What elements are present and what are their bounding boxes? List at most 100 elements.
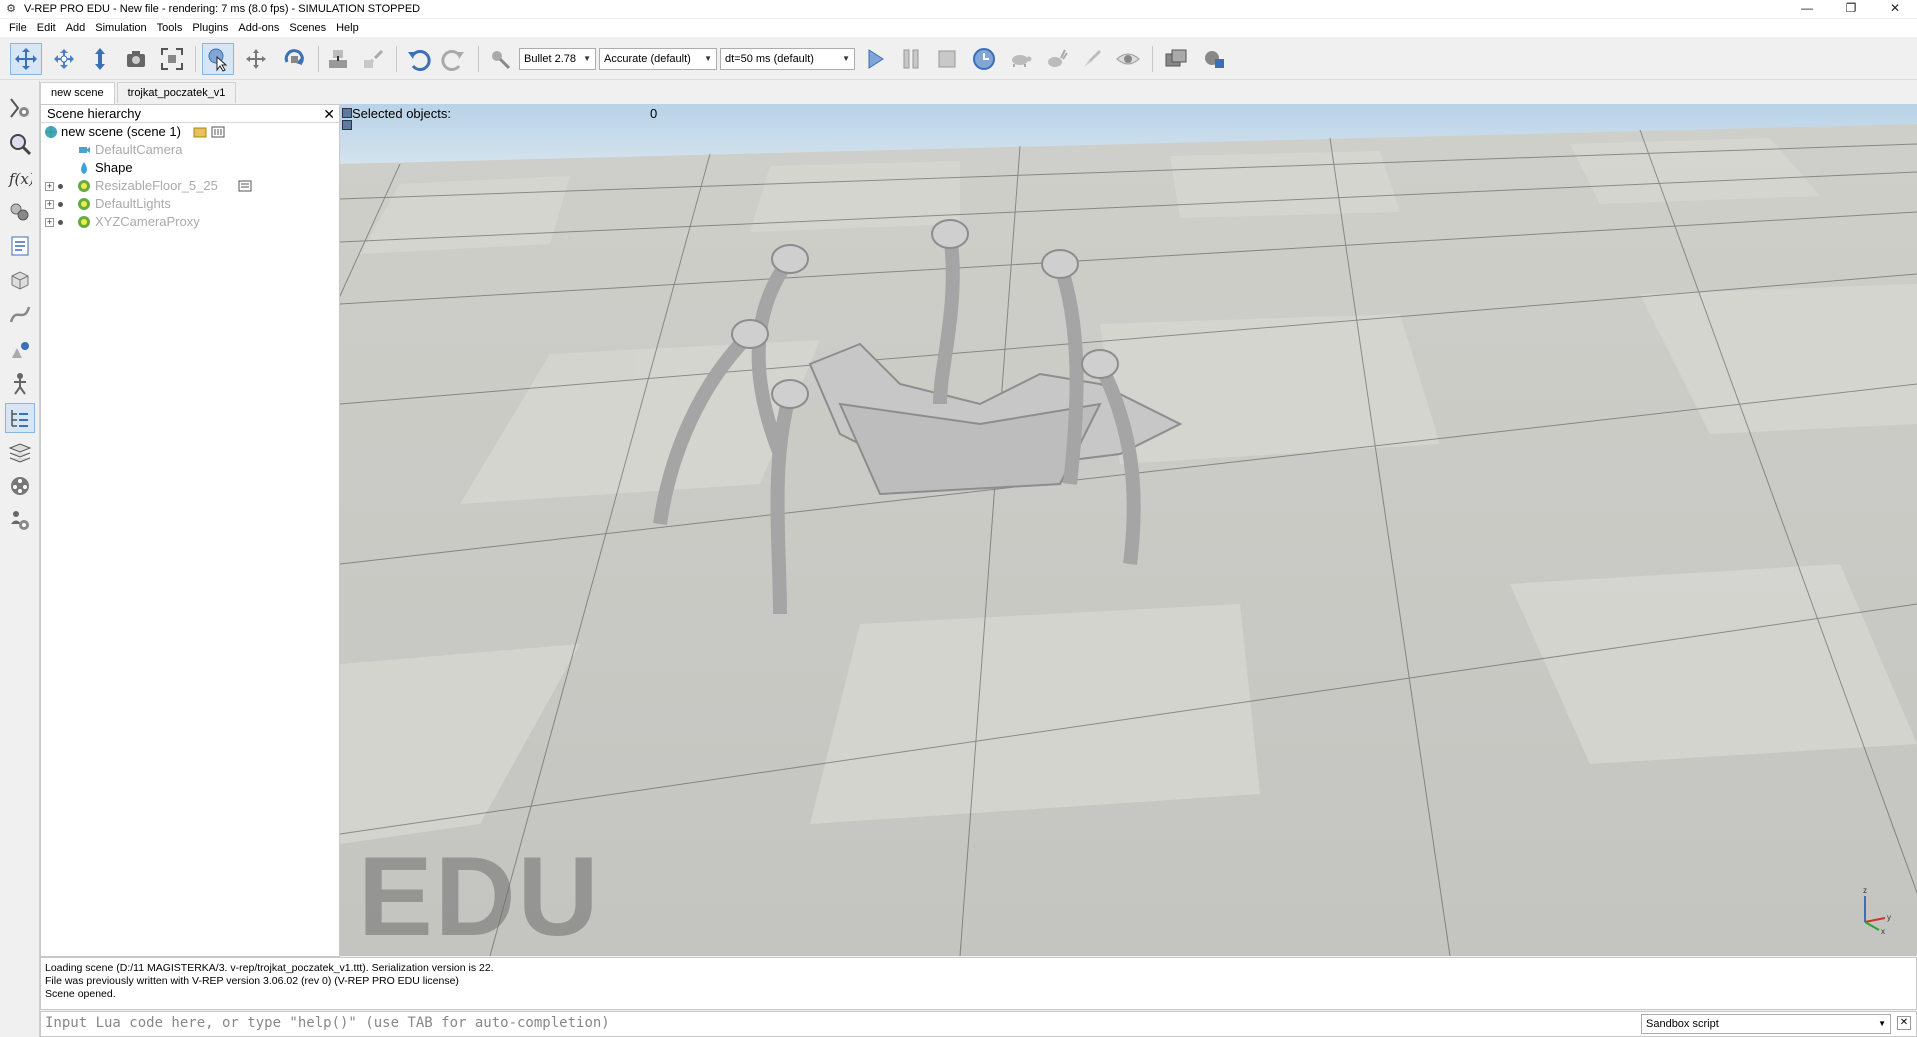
expand-icon[interactable]: + (45, 182, 54, 191)
svg-text:z: z (1863, 886, 1867, 895)
menu-simulation[interactable]: Simulation (90, 19, 151, 37)
tree-row-scene[interactable]: new scene (scene 1) (41, 123, 339, 141)
scene-hierarchy-button[interactable] (5, 403, 35, 433)
fit-view-icon (161, 48, 183, 70)
timestep-select[interactable]: dt=50 ms (default) ▼ (720, 48, 855, 70)
tree-label: XYZCameraProxy (95, 214, 200, 229)
vrep-logo-icon: ⚙ (6, 3, 16, 15)
collections-button[interactable] (5, 197, 35, 227)
tree-row-default-lights[interactable]: + DefaultLights (41, 195, 339, 213)
tree-label: DefaultLights (95, 196, 171, 211)
layers-button[interactable] (5, 437, 35, 467)
menu-file[interactable]: File (4, 19, 32, 37)
visibility-dot-icon (58, 220, 63, 225)
object-rotate-button[interactable] (278, 43, 310, 75)
axis-gizmo-icon: z y x (1863, 886, 1891, 934)
assemble-button[interactable] (322, 43, 354, 75)
menu-plugins[interactable]: Plugins (187, 19, 233, 37)
stop-simulation-button[interactable] (931, 43, 963, 75)
expand-icon[interactable]: + (45, 218, 54, 227)
fit-to-view-button[interactable] (156, 43, 188, 75)
selected-objects-label: Selected objects: (352, 106, 452, 121)
camera-icon (127, 51, 145, 67)
close-button[interactable]: ✕ (1873, 0, 1917, 18)
ik-button[interactable] (5, 369, 35, 399)
calculation-modules-button[interactable]: f(x) (5, 163, 35, 193)
camera-shift-button[interactable] (84, 43, 116, 75)
expand-icon[interactable]: + (45, 200, 54, 209)
close-icon[interactable]: ✕ (1897, 1016, 1911, 1030)
object-shift-button[interactable] (240, 43, 272, 75)
chevron-down-icon: ▼ (1878, 1019, 1886, 1028)
folder-icon (193, 127, 207, 138)
rabbit-icon (1048, 49, 1068, 67)
pause-simulation-button[interactable] (895, 43, 927, 75)
scene-selector-button[interactable] (1198, 43, 1230, 75)
script-type-select[interactable]: Sandbox script ▼ (1641, 1014, 1891, 1034)
video-recorder-button[interactable] (5, 471, 35, 501)
dynamics-icon (492, 51, 511, 70)
speed-up-button[interactable] (1040, 43, 1072, 75)
close-icon[interactable]: ✕ (323, 105, 335, 123)
script-document-icon (11, 236, 29, 256)
tree-label: new scene (scene 1) (61, 124, 181, 139)
menu-tools[interactable]: Tools (152, 19, 188, 37)
object-move-icon (246, 49, 266, 69)
user-gear-icon (11, 511, 29, 530)
menu-add[interactable]: Add (61, 19, 91, 37)
scripts-button[interactable] (5, 231, 35, 261)
toggle-visualization-button[interactable] (1112, 43, 1144, 75)
tree-row-default-camera[interactable]: DefaultCamera (41, 141, 339, 159)
camera-rotate-button[interactable] (48, 43, 80, 75)
left-toolbar: f(x) (0, 81, 40, 1037)
eye-icon (1116, 53, 1140, 65)
script-icon (238, 180, 252, 192)
layers-icon (8, 443, 32, 463)
model-icon (78, 180, 90, 192)
selection-button[interactable] (5, 129, 35, 159)
viewport-menu-button[interactable] (342, 108, 352, 118)
move-arrows-icon (15, 48, 37, 70)
menu-edit[interactable]: Edit (32, 19, 61, 37)
user-settings-button[interactable] (5, 505, 35, 535)
undo-button[interactable] (402, 43, 434, 75)
restore-button[interactable]: ❐ (1829, 0, 1873, 18)
threaded-rendering-button[interactable] (1076, 43, 1108, 75)
camera-pan-button[interactable] (10, 43, 42, 75)
tree-row-xyz-camera-proxy[interactable]: + XYZCameraProxy (41, 213, 339, 231)
menu-help[interactable]: Help (331, 19, 364, 37)
tree-row-shape[interactable]: Shape (41, 159, 339, 177)
viewport-toggle-button[interactable] (342, 120, 352, 130)
page-windows-icon (1165, 49, 1187, 67)
slow-down-button[interactable] (1004, 43, 1036, 75)
shape-edit-button[interactable] (5, 265, 35, 295)
click-select-button[interactable] (202, 43, 234, 75)
model-browser-button[interactable] (5, 335, 35, 365)
scene-viewport[interactable]: Selected objects: 0 EDU z y x (340, 104, 1917, 956)
tree-row-resizable-floor[interactable]: + ResizableFloor_5_25 (41, 177, 339, 195)
model-icon (78, 198, 90, 210)
physics-engine-select[interactable]: Bullet 2.78 ▼ (519, 48, 596, 70)
transfer-dna-button[interactable] (358, 43, 390, 75)
real-time-button[interactable] (968, 43, 1000, 75)
dynamics-toggle-button[interactable] (484, 43, 516, 75)
chevron-down-icon: ▼ (583, 54, 591, 63)
console-line: File was previously written with V-REP v… (45, 975, 459, 987)
tab-new-scene[interactable]: new scene (40, 82, 115, 104)
page-selector-button[interactable] (1160, 43, 1192, 75)
chevron-down-icon: ▼ (704, 54, 712, 63)
redo-button[interactable] (438, 43, 470, 75)
menu-scenes[interactable]: Scenes (284, 19, 331, 37)
console-line: Scene opened. (45, 988, 116, 1000)
edu-watermark: EDU (358, 834, 601, 956)
minimize-button[interactable]: — (1785, 0, 1829, 18)
tab-trojkat-poczatek[interactable]: trojkat_poczatek_v1 (116, 82, 237, 103)
camera-zoom-button[interactable] (120, 43, 152, 75)
lua-input[interactable]: Input Lua code here, or type "help()" (u… (45, 1015, 610, 1031)
function-fx-icon: f(x) (8, 170, 32, 188)
accuracy-select[interactable]: Accurate (default) ▼ (599, 48, 717, 70)
simulation-settings-button[interactable] (5, 93, 35, 123)
menu-addons[interactable]: Add-ons (233, 19, 284, 37)
path-edit-button[interactable] (5, 299, 35, 329)
start-simulation-button[interactable] (859, 43, 891, 75)
